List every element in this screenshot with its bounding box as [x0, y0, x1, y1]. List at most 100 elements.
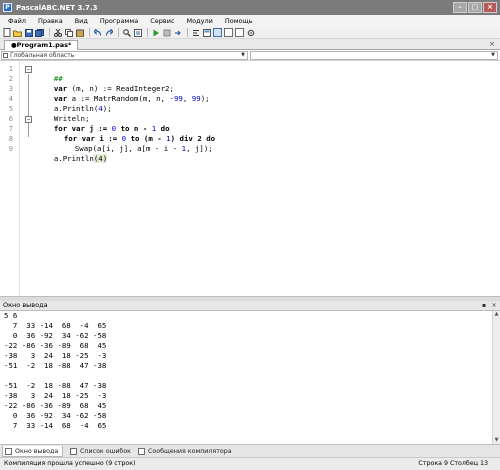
format-icon[interactable]: [191, 28, 200, 37]
fold-guide: [28, 74, 29, 137]
code-line: var (m, n) := ReadInteger2;: [36, 75, 174, 93]
status-bar: Компиляция прошла успешно (9 строк) Стро…: [0, 457, 500, 470]
output-line: 0 36 -92 34 -62 -58: [4, 411, 107, 420]
code-token: a.Println: [53, 154, 94, 163]
menu-view[interactable]: Вид: [69, 17, 94, 25]
menu-edit[interactable]: Правка: [32, 17, 69, 25]
fold-toggle-icon[interactable]: −: [25, 116, 32, 123]
scope-selector-value: Глобальная область: [10, 52, 75, 59]
chevron-down-icon[interactable]: ▼: [489, 52, 497, 59]
menu-program[interactable]: Программа: [94, 17, 144, 25]
cut-icon[interactable]: [53, 28, 62, 37]
code-token: , j]);: [186, 144, 213, 153]
chevron-down-icon[interactable]: ▼: [239, 52, 247, 59]
menu-service[interactable]: Сервис: [144, 17, 180, 25]
toolbar-separator: [118, 28, 119, 37]
stop-icon[interactable]: [162, 28, 171, 37]
output-panel-header: Окно вывода ▪ ×: [0, 301, 500, 311]
code-line: for var j := 0 to n - 1 do: [36, 115, 170, 133]
tab-error-list[interactable]: Список ошибок: [68, 446, 135, 457]
editor-tabstrip: ●Program1.pas* ×: [0, 39, 500, 50]
paste-icon[interactable]: [75, 28, 84, 37]
output-line: 5 6: [4, 311, 18, 320]
scope-selector[interactable]: Глобальная область ▼: [1, 51, 248, 60]
line-number: 4: [8, 95, 13, 103]
toolbar-separator: [187, 28, 188, 37]
menu-modules[interactable]: Модули: [181, 17, 219, 25]
scroll-down-icon[interactable]: ▼: [493, 437, 500, 444]
menu-bar: Файл Правка Вид Программа Сервис Модули …: [0, 15, 500, 27]
fold-toggle-icon[interactable]: −: [25, 66, 32, 73]
compiler-messages-icon: [138, 448, 145, 455]
save-icon[interactable]: [24, 28, 33, 37]
redo-icon[interactable]: [104, 28, 113, 37]
code-token: -99: [169, 94, 183, 103]
minimize-icon[interactable]: –: [453, 2, 467, 13]
toolbar-separator: [147, 28, 148, 37]
layout-2-icon[interactable]: [224, 28, 233, 37]
code-editor[interactable]: 1 2 3 4 5 6 7 8 9 − − ## var (m, n) := R…: [0, 61, 500, 296]
line-number: 2: [8, 75, 13, 83]
code-token: );: [102, 104, 112, 113]
code-token: );: [200, 94, 210, 103]
code-line: a.Println(4);: [36, 95, 112, 113]
line-number: 8: [8, 135, 13, 143]
output-line: 7 33 -14 68 -4 65: [4, 321, 107, 330]
settings-icon[interactable]: [246, 28, 255, 37]
undo-icon[interactable]: [93, 28, 102, 37]
line-number: 9: [8, 145, 13, 153]
tab-output-label: Окно вывода: [15, 448, 59, 455]
code-line: Writeln;: [36, 105, 90, 123]
close-tab-icon[interactable]: ×: [488, 40, 496, 48]
save-all-icon[interactable]: [35, 28, 44, 37]
code-line: for var i := 0 to (m - 1) div 2 do: [46, 125, 215, 143]
error-list-icon: [70, 448, 77, 455]
layout-3-icon[interactable]: [235, 28, 244, 37]
maximize-icon[interactable]: □: [468, 2, 482, 13]
toolbar-separator: [49, 28, 50, 37]
find-icon[interactable]: [122, 28, 131, 37]
layout-1-icon[interactable]: [213, 28, 222, 37]
code-line: Swap(a[i, j], a[m - i - 1, j]);: [57, 135, 213, 153]
new-file-icon[interactable]: [2, 28, 11, 37]
run-icon[interactable]: [151, 28, 160, 37]
output-scrollbar[interactable]: ▲ ▼: [492, 311, 500, 444]
code-token: 99: [191, 94, 201, 103]
toolbar: [0, 27, 500, 39]
menu-file[interactable]: Файл: [2, 17, 32, 25]
copy-icon[interactable]: [64, 28, 73, 37]
line-number: 7: [8, 125, 13, 133]
tab-compiler-messages[interactable]: Сообщения компилятора: [136, 446, 236, 457]
menu-help[interactable]: Помощь: [219, 17, 259, 25]
cursor-position: Строка 9 Столбец 13: [418, 460, 488, 467]
replace-icon[interactable]: [133, 28, 142, 37]
line-number: 1: [8, 65, 13, 73]
view-icon[interactable]: [202, 28, 211, 37]
close-icon[interactable]: ×: [490, 302, 498, 310]
app-logo-icon: P: [3, 3, 12, 12]
tab-error-list-label: Список ошибок: [80, 448, 131, 455]
output-line: -22 -86 -36 -89 68 45: [4, 401, 107, 410]
title-bar: P PascalABC.NET 3.7.3 – □ ×: [0, 0, 500, 15]
output-line: 7 33 -14 68 -4 65: [4, 421, 107, 430]
code-line: a.Println(4): [36, 145, 108, 163]
member-selector[interactable]: ▼: [250, 51, 498, 60]
output-line: -38 3 24 18 -25 -3: [4, 391, 107, 400]
line-number: 3: [8, 85, 13, 93]
code-token: (4): [93, 154, 108, 163]
bottom-tab-strip: Окно вывода Список ошибок Сообщения комп…: [0, 444, 500, 457]
close-icon[interactable]: ×: [483, 2, 497, 13]
pin-icon[interactable]: ▪: [480, 302, 488, 310]
output-line: -38 3 24 18 -25 -3: [4, 351, 107, 360]
step-icon[interactable]: [173, 28, 182, 37]
scroll-up-icon[interactable]: ▲: [493, 311, 500, 318]
line-number: 5: [8, 105, 13, 113]
tab-output[interactable]: Окно вывода: [2, 446, 64, 457]
toolbar-separator: [89, 28, 90, 37]
output-panel-title: Окно вывода: [3, 301, 48, 309]
output-area[interactable]: 5 6 7 33 -14 68 -4 65 0 36 -92 34 -62 -5…: [0, 311, 500, 444]
code-line: ##: [36, 65, 63, 83]
tab-program1[interactable]: ●Program1.pas*: [4, 40, 79, 50]
code-token: ,: [182, 94, 192, 103]
open-icon[interactable]: [13, 28, 22, 37]
